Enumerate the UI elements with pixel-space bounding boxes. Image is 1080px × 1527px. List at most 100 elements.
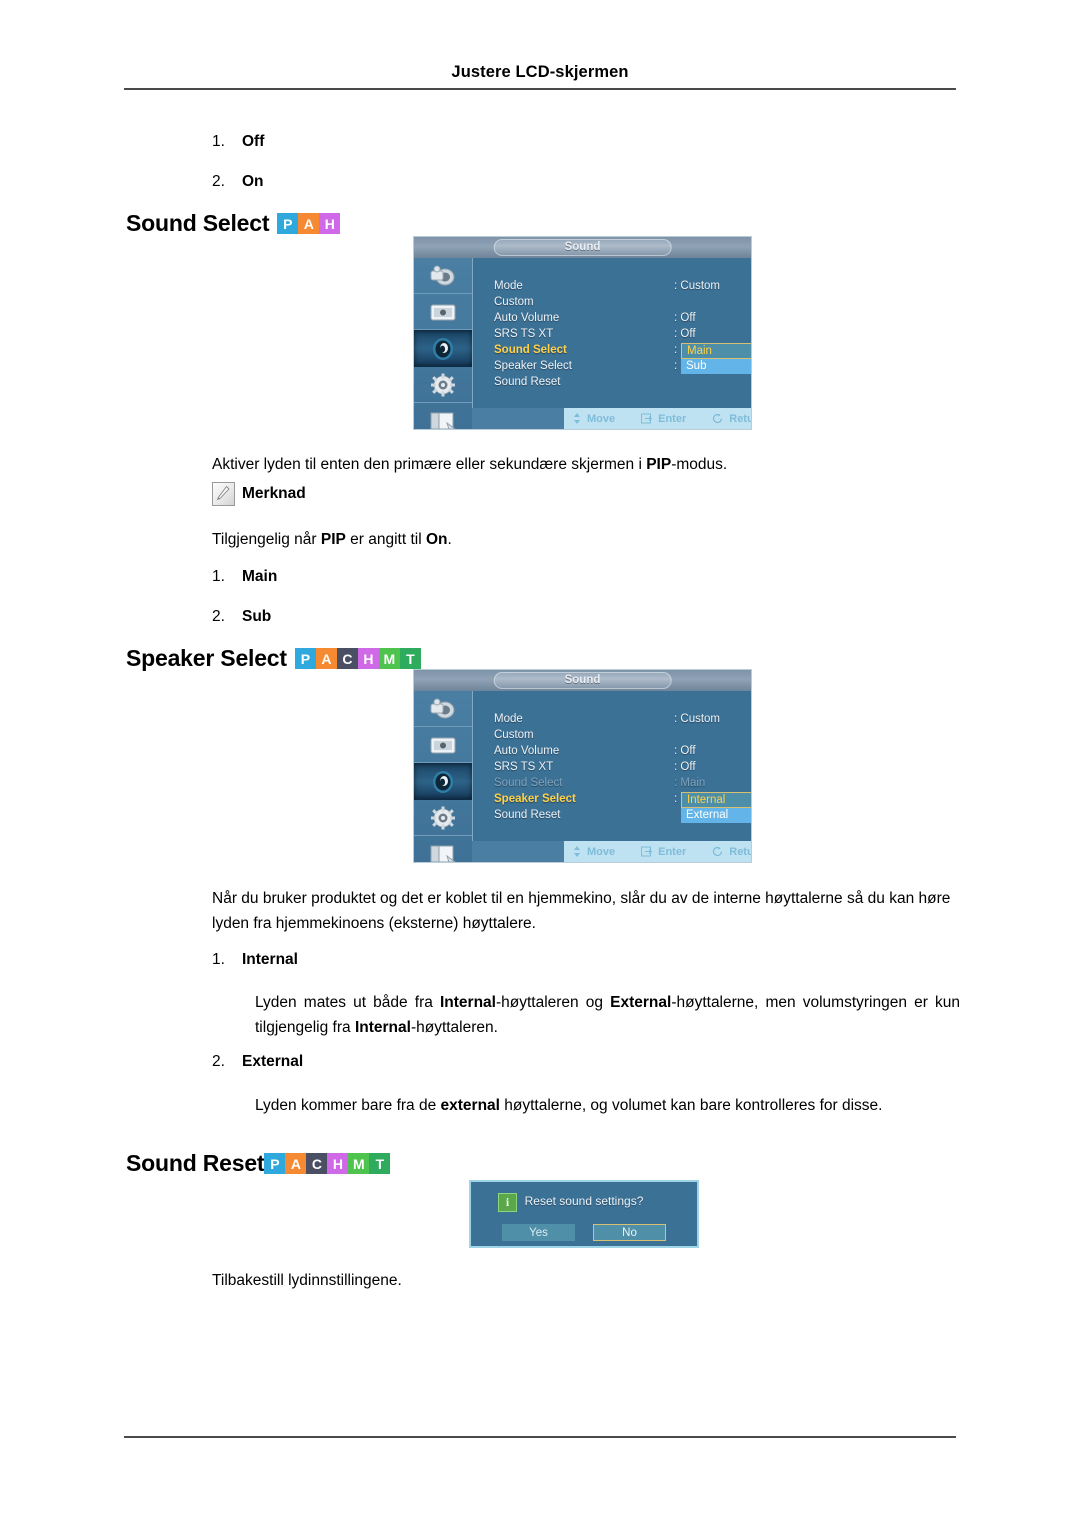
osd-hint-enter: Enter (641, 846, 686, 858)
osd-titlebar: Sound (414, 237, 751, 258)
osd-row-value: : Off (674, 312, 696, 324)
heading-text: Sound Select (126, 210, 270, 236)
osd-icon-sound[interactable] (414, 763, 472, 800)
osd-icon-picture[interactable] (414, 727, 472, 763)
header-divider (124, 88, 956, 90)
section-description-speaker-select: Når du bruker produktet og det er koblet… (212, 890, 951, 932)
list-item-number: 1. (212, 133, 225, 150)
sound-icon (433, 770, 453, 793)
dialog-buttons: Yes No (471, 1224, 697, 1241)
osd-footer-notch (472, 841, 564, 862)
osd-icon-sound[interactable] (414, 330, 472, 367)
osd-row-value: : Main (674, 777, 706, 789)
return-icon (713, 846, 723, 857)
osd-row-value: : Off (674, 761, 696, 773)
osd-row-label: Sound Select (494, 344, 567, 356)
note-text: Tilgjengelig når PIP er angitt til On. (212, 531, 452, 548)
osd-icon-setup-gear[interactable] (414, 367, 472, 403)
list-item-number: 2. (212, 608, 225, 625)
list-item-label: On (242, 173, 264, 190)
mode-badges: P A C H M T (264, 1153, 391, 1174)
mode-badge-m: M (348, 1153, 370, 1174)
osd-sidebar (414, 258, 473, 429)
osd-footer-notch (472, 408, 564, 429)
osd-screenshot-speaker-select: Sound Mode: Custom Custom Auto Volume:… (413, 669, 752, 863)
osd-footer: Move Enter Return (472, 841, 751, 862)
dialog-message-row: i Reset sound settings? (471, 1182, 697, 1220)
list-item-number: 1. (212, 951, 225, 968)
list-item: 1. Main (212, 568, 277, 586)
mode-badge-h: H (357, 648, 379, 669)
osd-dropdown-option-selected[interactable]: Internal (681, 792, 751, 808)
osd-hint-return: Return (712, 846, 751, 858)
osd-row-label: SRS TS XT (494, 328, 554, 340)
list-item-label: Off (242, 133, 265, 150)
osd-title: Sound (564, 674, 601, 686)
mode-badges: P A C H M T (294, 648, 421, 669)
picture-icon (430, 737, 456, 753)
yes-button[interactable]: Yes (502, 1224, 575, 1241)
osd-icon-input-source[interactable] (414, 258, 472, 294)
mode-badge-p: P (264, 1153, 286, 1174)
input-source-icon (430, 265, 455, 285)
osd-icon-setup-gear[interactable] (414, 800, 472, 836)
move-icon (574, 846, 580, 857)
osd-icon-input-source[interactable] (414, 691, 472, 727)
osd-row-label: Mode (494, 280, 523, 292)
setup-gear-icon (431, 373, 455, 396)
osd-hint-label: Enter (658, 845, 687, 858)
enter-icon (641, 413, 653, 424)
dialog-message: Reset sound settings? (524, 1194, 644, 1208)
list-item-label: External (242, 1053, 304, 1070)
osd-hint-label: Move (587, 412, 616, 425)
list-item: 2. External (212, 1053, 303, 1071)
osd-row-value: : (674, 360, 678, 372)
section-heading-speaker-select: Speaker Select P A C H M T (126, 645, 421, 672)
osd-row-label: Auto Volume (494, 745, 560, 757)
osd-icon-multi-control[interactable] (414, 403, 472, 429)
osd-footer: Move Enter Return (472, 408, 751, 429)
section-heading-sound-reset: Sound Reset P A C H M T (126, 1150, 391, 1177)
list-item: 2. Sub (212, 608, 271, 626)
osd-row-value: : (674, 344, 678, 356)
osd-row-label: Speaker Select (494, 793, 576, 805)
list-item: 1. Off (212, 133, 264, 151)
osd-hint-label: Enter (658, 412, 687, 425)
mode-badge-p: P (294, 648, 316, 669)
osd-dropdown-option[interactable]: External (681, 808, 751, 823)
osd-row-label: Sound Reset (494, 376, 561, 388)
osd-icon-picture[interactable] (414, 294, 472, 330)
osd-row-label: Sound Reset (494, 809, 561, 821)
osd-icon-multi-control[interactable] (414, 836, 472, 862)
osd-dropdown-option-selected[interactable]: Main (681, 343, 751, 359)
mode-badge-a: A (298, 213, 320, 234)
osd-footer-hints: Move Enter Return (572, 408, 751, 429)
osd-row-value: : Custom (674, 280, 721, 292)
osd-dropdown-sound-select[interactable]: Main Sub (681, 343, 751, 374)
heading-text: Sound Reset (126, 1150, 265, 1176)
osd-row-label: Auto Volume (494, 312, 560, 324)
mode-badge-h: H (327, 1153, 349, 1174)
sound-icon (433, 337, 453, 360)
osd-hint-return: Return (712, 413, 751, 425)
osd-hint-move: Move (572, 846, 615, 858)
picture-icon (430, 304, 456, 320)
mode-badge-c: C (306, 1153, 328, 1174)
list-item-number: 2. (212, 1053, 225, 1070)
mode-badge-a: A (285, 1153, 307, 1174)
osd-dropdown-speaker-select[interactable]: Internal External (681, 792, 751, 823)
section-description-sound-reset: Tilbakestill lydinnstillingene. (212, 1272, 402, 1289)
mode-badge-c: C (336, 648, 358, 669)
list-item-label: Main (242, 568, 278, 585)
osd-dropdown-option[interactable]: Sub (681, 359, 751, 374)
mode-badge-m: M (378, 648, 400, 669)
list-item-number: 2. (212, 173, 225, 190)
note-label: Merknad (242, 485, 306, 502)
move-icon (574, 413, 580, 424)
osd-row-label: Sound Select (494, 777, 563, 789)
footer-divider (124, 1436, 956, 1438)
reset-confirm-dialog: i Reset sound settings? Yes No (469, 1180, 699, 1248)
note-callout: Merknad (212, 482, 306, 506)
no-button[interactable]: No (593, 1224, 666, 1241)
osd-screenshot-sound-select: Sound Mode: Custom Custom Auto Volume:… (413, 236, 752, 430)
